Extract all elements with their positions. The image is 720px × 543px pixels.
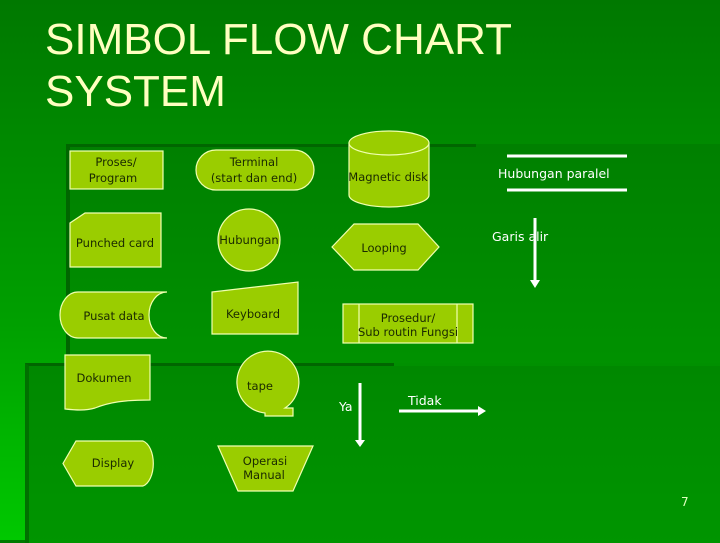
arrow-right-icon xyxy=(478,406,486,416)
punched-card-label: Punched card xyxy=(76,236,154,250)
symbol-dokumen: Dokumen xyxy=(64,354,151,411)
magnetic-disk-label: Magnetic disk xyxy=(348,170,428,184)
symbol-punched-card: Punched card xyxy=(69,212,162,268)
display-label: Display xyxy=(92,456,135,470)
connector-garis-alir: Garis alir xyxy=(492,218,549,288)
arrow-down-icon xyxy=(530,280,540,288)
symbol-terminal: Terminal (start dan end) xyxy=(195,149,315,191)
keyboard-label: Keyboard xyxy=(226,307,280,321)
page-number: 7 xyxy=(681,495,689,509)
symbol-prosedur: Prosedur/ Sub routin Fungsi xyxy=(342,303,474,344)
ya-label: Ya xyxy=(338,399,353,414)
connector-tidak: Tidak xyxy=(399,393,486,416)
terminal-label-line2: (start dan end) xyxy=(211,171,297,185)
looping-label: Looping xyxy=(361,241,406,255)
terminal-label-line1: Terminal xyxy=(229,155,279,169)
hubungan-paralel-label: Hubungan paralel xyxy=(498,166,610,181)
arrow-down-icon xyxy=(355,440,365,447)
symbol-tape: tape xyxy=(236,350,300,417)
dokumen-label: Dokumen xyxy=(76,371,131,385)
symbol-magnetic-disk: Magnetic disk xyxy=(348,130,430,208)
connector-hubungan-paralel: Hubungan paralel xyxy=(498,154,627,192)
tidak-label: Tidak xyxy=(407,393,442,408)
symbol-display: Display xyxy=(62,440,154,487)
hubungan-label: Hubungan xyxy=(219,233,278,247)
cylinder-top xyxy=(348,130,430,156)
pusat-data-label: Pusat data xyxy=(83,309,144,323)
prosedur-label-line2: Sub routin Fungsi xyxy=(358,325,458,339)
flowchart-symbols-diagram: Proses/ Program Terminal (start dan end)… xyxy=(59,130,627,492)
symbol-operasi-manual: Operasi Manual xyxy=(217,445,314,492)
symbol-hubungan: Hubungan xyxy=(217,208,281,272)
symbol-pusat-data: Pusat data xyxy=(59,291,168,339)
prosedur-label-line1: Prosedur/ xyxy=(381,311,436,325)
operasi-manual-label-line2: Manual xyxy=(243,468,285,482)
garis-alir-label: Garis alir xyxy=(492,229,549,244)
connector-ya: Ya xyxy=(338,383,365,447)
symbol-keyboard: Keyboard xyxy=(211,281,299,335)
symbol-proses-program: Proses/ Program xyxy=(69,150,164,190)
proses-label-line2: Program xyxy=(89,171,138,185)
proses-label-line1: Proses/ xyxy=(95,155,136,169)
operasi-manual-label-line1: Operasi xyxy=(243,454,287,468)
symbol-looping: Looping xyxy=(331,223,440,271)
tape-label: tape xyxy=(247,379,273,393)
